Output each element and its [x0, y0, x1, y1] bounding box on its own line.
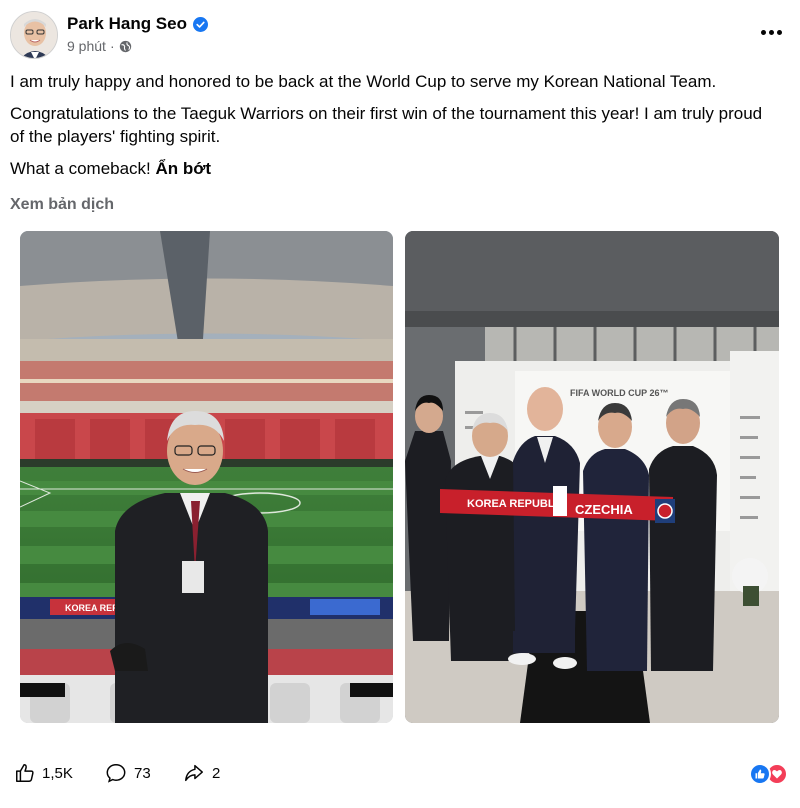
see-translation-link[interactable]: Xem bản dịch	[10, 196, 114, 214]
more-dot	[776, 29, 782, 35]
post-time[interactable]: 9 phút	[67, 38, 106, 54]
more-dot	[760, 29, 766, 35]
post-paragraph: Congratulations to the Taeguk Warriors o…	[10, 104, 763, 146]
post-meta: 9 phút ·	[67, 38, 132, 54]
post-paragraph: What a comeback!	[10, 159, 151, 178]
like-button[interactable]: 1,5K	[14, 762, 73, 784]
share-icon	[185, 764, 203, 782]
globe-icon	[119, 40, 131, 52]
more-options-button[interactable]	[756, 22, 786, 42]
author-avatar[interactable]	[10, 11, 58, 59]
verified-badge-icon	[193, 16, 208, 32]
comment-count: 73	[134, 764, 151, 782]
more-dot	[768, 29, 774, 35]
share-count: 2	[212, 764, 221, 782]
reactions-summary[interactable]	[749, 763, 788, 785]
like-reaction-icon	[749, 763, 771, 785]
scarf-text-right: CZECHIA	[575, 502, 633, 517]
author-name[interactable]: Park Hang Seo	[67, 14, 187, 34]
author-name-row: Park Hang Seo	[67, 14, 208, 34]
share-button[interactable]: 2	[182, 762, 220, 784]
scarf-text-left: KOREA REPUBLIC	[467, 498, 566, 510]
backdrop-title: FIFA WORLD CUP 26™	[570, 388, 669, 398]
post-paragraph: I am truly happy and honored to be back …	[10, 72, 717, 91]
meta-separator: ·	[109, 38, 115, 54]
comment-button[interactable]: 73	[104, 762, 151, 784]
thumbs-up-icon	[16, 764, 34, 782]
photo-group[interactable]: FIFA WORLD CUP 26™ KOREA REPUBLIC CZECHI…	[405, 231, 779, 723]
post-footer: 1,5K 73 2	[10, 760, 790, 790]
ad-board-text: KOREA REP	[65, 603, 118, 613]
photo-stadium[interactable]: KOREA REP	[20, 231, 393, 723]
post-text: I am truly happy and honored to be back …	[10, 70, 780, 189]
post-header: Park Hang Seo 9 phút ·	[10, 10, 790, 62]
post-paragraph-last: What a comeback! Ẩn bớt	[10, 157, 780, 180]
see-less-link[interactable]: Ẩn bớt	[156, 159, 212, 178]
comment-icon	[106, 764, 126, 783]
like-count: 1,5K	[42, 764, 73, 782]
